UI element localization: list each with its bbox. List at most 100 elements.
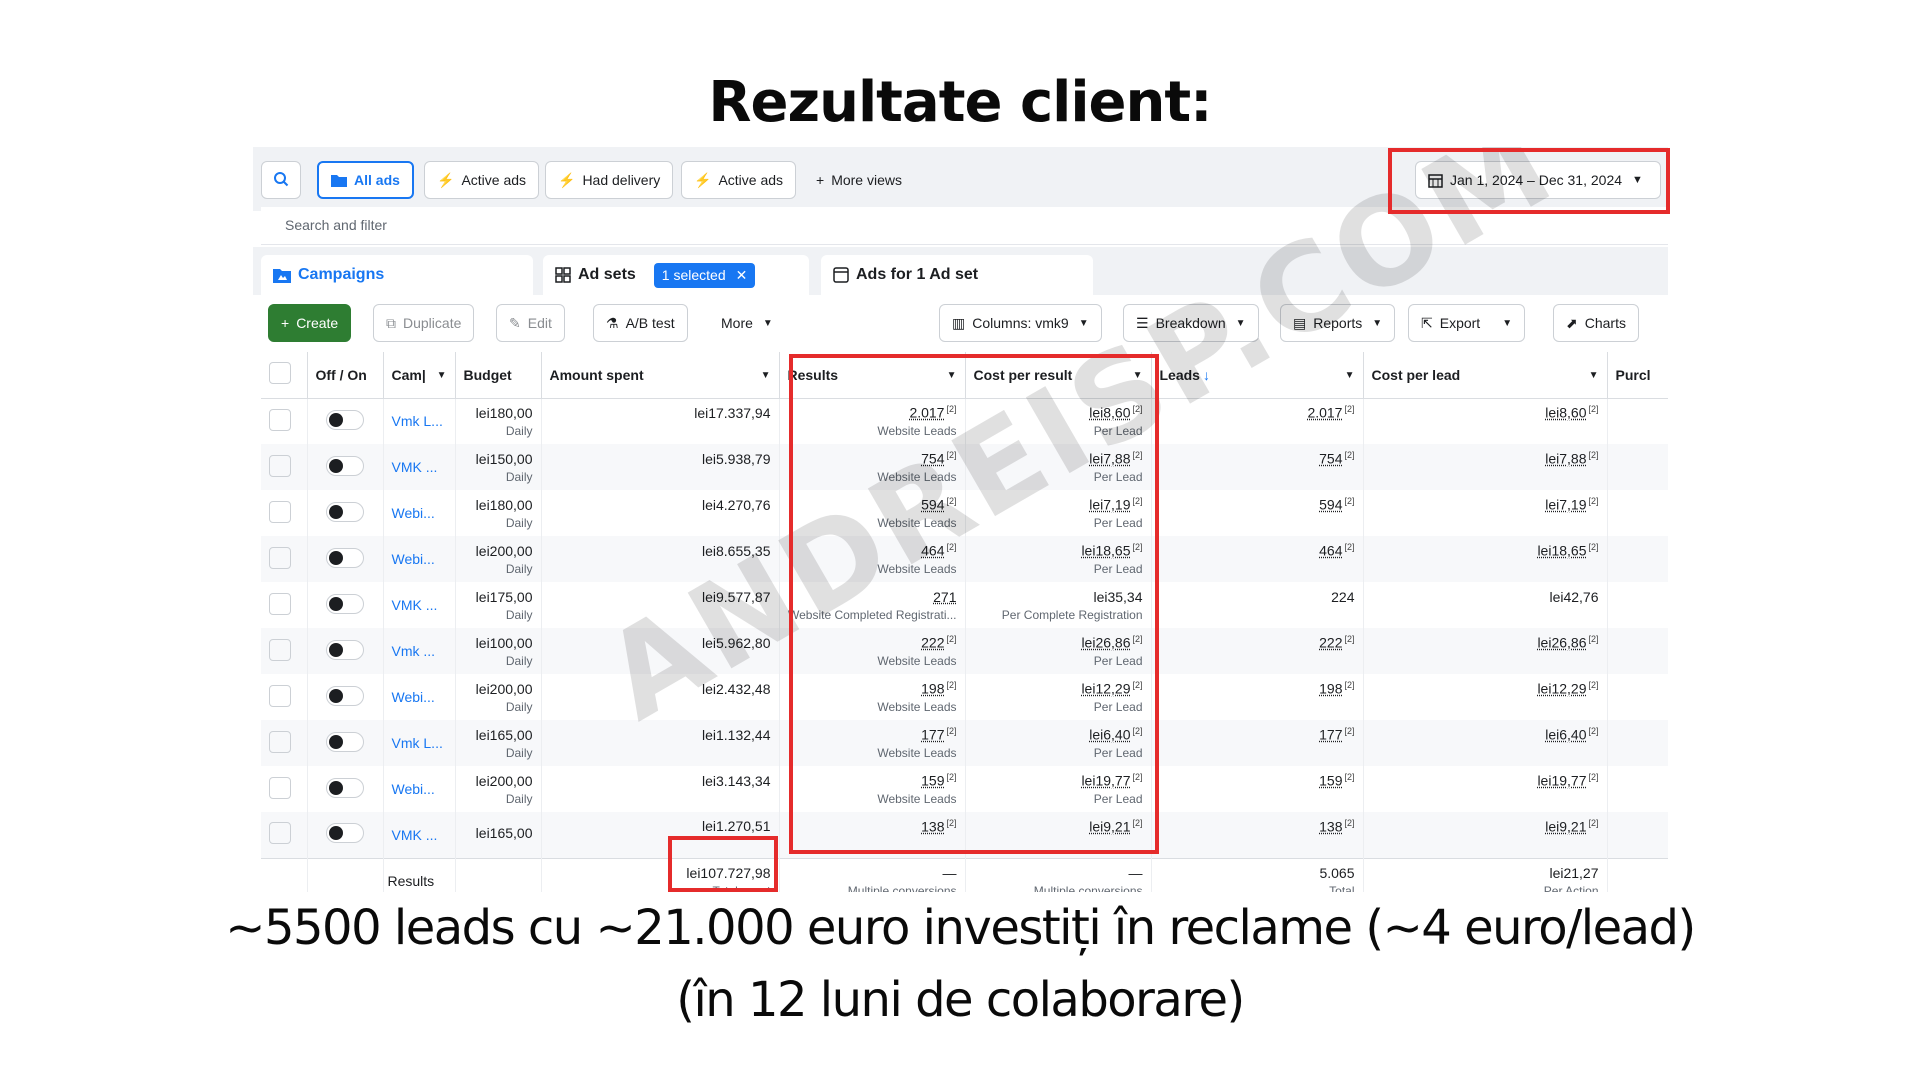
row-toggle[interactable] — [307, 398, 384, 444]
view-all-ads[interactable]: All ads — [317, 161, 414, 199]
create-button[interactable]: + Create — [268, 304, 352, 342]
breakdown-icon: ☰ — [1136, 314, 1149, 331]
campaign-name[interactable]: Vmk L... — [383, 398, 456, 444]
row-checkbox[interactable] — [261, 398, 308, 444]
col-off-on[interactable]: Off / On — [307, 352, 384, 399]
campaign-name[interactable]: VMK ... — [383, 444, 456, 490]
row-checkbox[interactable] — [261, 812, 308, 858]
reports-button[interactable]: ▤ Reports ▼ — [1280, 304, 1396, 342]
edit-button[interactable]: ✎ Edit — [496, 304, 565, 342]
col-purchases[interactable]: Purcl — [1607, 352, 1668, 399]
plus-icon: + — [281, 315, 290, 331]
row-checkbox[interactable] — [261, 444, 308, 490]
campaign-name[interactable]: VMK ... — [383, 582, 456, 628]
view-active-ads-2[interactable]: ⚡ Active ads — [681, 161, 797, 199]
cost-per-lead-cell: lei42,76 — [1363, 582, 1608, 628]
row-checkbox[interactable] — [261, 628, 308, 674]
col-cost-per-lead[interactable]: Cost per lead ▼ — [1363, 352, 1608, 399]
budget-cell: lei165,00 Daily — [455, 720, 542, 766]
row-checkbox[interactable] — [261, 674, 308, 720]
row-toggle[interactable] — [307, 766, 384, 812]
cost-per-lead-cell: lei8,60 [2] — [1363, 398, 1608, 444]
duplicate-button[interactable]: ⧉ Duplicate — [373, 304, 475, 342]
budget-cell: lei200,00 Daily — [455, 536, 542, 582]
close-icon[interactable]: ✕ — [736, 267, 748, 284]
campaigns-icon — [273, 267, 291, 283]
view-had-delivery[interactable]: ⚡ Had delivery — [545, 161, 674, 199]
totals-leads: 5.065 Total — [1151, 857, 1364, 892]
chevron-down-icon: ▼ — [1372, 317, 1383, 329]
totals-row: Results lei107.727,98 Total spent — Multip… — [261, 857, 1668, 892]
amount-spent-cell: lei2.432,48 — [541, 674, 780, 720]
footnote-marker: [2] — [1344, 817, 1355, 828]
row-checkbox[interactable] — [261, 582, 308, 628]
more-button[interactable]: More ▼ — [708, 304, 786, 342]
export-icon: ⇱ — [1421, 314, 1433, 331]
amount-spent-cell: lei3.143,34 — [541, 766, 780, 812]
search-icon — [273, 171, 289, 190]
amount-spent-cell: lei8.655,35 — [541, 536, 780, 582]
breakdown-button[interactable]: ☰ Breakdown ▼ — [1123, 304, 1259, 342]
row-toggle[interactable] — [307, 582, 384, 628]
tab-ad-sets[interactable]: Ad sets 1 selected ✕ — [543, 255, 809, 295]
campaign-name[interactable]: Webi... — [383, 536, 456, 582]
campaign-name[interactable]: Webi... — [383, 490, 456, 536]
footnote-marker: [2] — [1588, 404, 1599, 415]
row-toggle[interactable] — [307, 674, 384, 720]
leads-cell: 594 [2] — [1151, 490, 1364, 536]
col-campaign[interactable]: Cam| ▼ — [383, 352, 456, 399]
highlight-total-spent — [668, 836, 778, 892]
row-toggle[interactable] — [307, 536, 384, 582]
cost-per-lead-cell: lei26,86 [2] — [1363, 628, 1608, 674]
footnote-marker: [2] — [1588, 496, 1599, 507]
row-checkbox[interactable] — [261, 536, 308, 582]
highlight-date-range — [1388, 148, 1670, 214]
totals-cost-per-result: — Multiple conversions — [965, 857, 1152, 892]
col-budget[interactable]: Budget — [455, 352, 542, 399]
cost-per-lead-cell: lei18,65 [2] — [1363, 536, 1608, 582]
chevron-down-icon: ▼ — [1502, 317, 1513, 329]
budget-cell: lei165,00 — [455, 812, 542, 858]
row-toggle[interactable] — [307, 812, 384, 858]
charts-button[interactable]: ⬈ Charts — [1553, 304, 1639, 342]
chevron-down-icon: ▼ — [762, 317, 773, 329]
more-views-button[interactable]: + More views — [803, 161, 915, 199]
tab-ads[interactable]: Ads for 1 Ad set — [821, 255, 1093, 295]
export-button[interactable]: ⇱ Export ▼ — [1408, 304, 1526, 342]
campaign-name[interactable]: Vmk L... — [383, 720, 456, 766]
budget-cell: lei175,00 Daily — [455, 582, 542, 628]
search-button[interactable] — [261, 161, 301, 199]
col-leads[interactable]: Leads ↓ ▼ — [1151, 352, 1364, 399]
footnote-marker: [2] — [1588, 772, 1599, 783]
chevron-down-icon: ▼ — [436, 369, 447, 381]
view-active-ads[interactable]: ⚡ Active ads — [424, 161, 540, 199]
chevron-down-icon: ▼ — [1588, 369, 1599, 381]
row-toggle[interactable] — [307, 490, 384, 536]
campaign-name[interactable]: Webi... — [383, 674, 456, 720]
campaign-name[interactable]: Webi... — [383, 766, 456, 812]
chart-icon: ⬈ — [1566, 314, 1578, 331]
footnote-marker: [2] — [1588, 634, 1599, 645]
row-toggle[interactable] — [307, 444, 384, 490]
row-checkbox[interactable] — [261, 766, 308, 812]
col-amount-spent[interactable]: Amount spent ▼ — [541, 352, 780, 399]
footnote-marker: [2] — [1588, 542, 1599, 553]
footnote-marker: [2] — [1344, 542, 1355, 553]
cost-per-lead-cell: lei12,29 [2] — [1363, 674, 1608, 720]
leads-cell: 159 [2] — [1151, 766, 1364, 812]
ab-test-button[interactable]: ⚗ A/B test — [593, 304, 688, 342]
row-checkbox[interactable] — [261, 720, 308, 766]
folder-icon — [331, 173, 347, 187]
budget-cell: lei100,00 Daily — [455, 628, 542, 674]
level-tabs: Campaigns Ad sets 1 selected ✕ Ads for 1 … — [253, 247, 1668, 295]
select-all-checkbox[interactable] — [261, 352, 308, 399]
ad-icon — [833, 267, 849, 283]
tab-campaigns[interactable]: Campaigns — [261, 255, 533, 295]
row-checkbox[interactable] — [261, 490, 308, 536]
campaign-name[interactable]: VMK ... — [383, 812, 456, 858]
campaign-name[interactable]: Vmk ... — [383, 628, 456, 674]
row-toggle[interactable] — [307, 720, 384, 766]
selected-chip[interactable]: 1 selected ✕ — [653, 262, 756, 288]
row-toggle[interactable] — [307, 628, 384, 674]
columns-button[interactable]: ▥ Columns: vmk9 ▼ — [939, 304, 1102, 342]
